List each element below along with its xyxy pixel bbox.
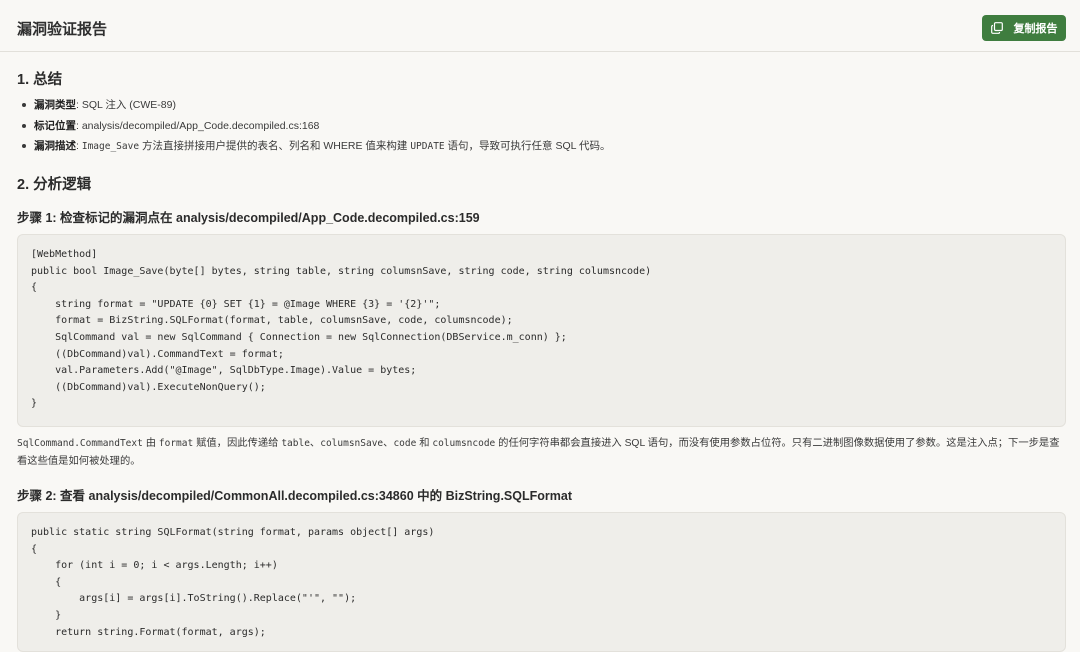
inline-code: columsncode [432, 438, 496, 449]
item-text: 方法直接拼接用户提供的表名、列名和 WHERE 值来构建 [139, 140, 411, 152]
page-title: 漏洞验证报告 [17, 21, 108, 38]
inline-code: columsnSave [320, 438, 384, 449]
list-item: 标记位置: analysis/decompiled/App_Code.decom… [17, 118, 611, 139]
inline-code: Image_Save [81, 141, 140, 152]
inline-code: UPDATE [410, 141, 445, 152]
text: 、 [309, 438, 321, 449]
step1-heading: 步骤 1: 检查标记的漏洞点在 analysis/decompiled/App_… [17, 211, 480, 225]
report-header: 漏洞验证报告 复制报告 [0, 0, 1080, 52]
code-text: public static string SQLFormat(string fo… [31, 527, 435, 638]
copy-icon [990, 22, 1003, 34]
inline-code: code [393, 438, 417, 449]
summary-list: 漏洞类型: SQL 注入 (CWE-89) 标记位置: analysis/dec… [17, 97, 611, 159]
code-text: [WebMethod] public bool Image_Save(byte[… [31, 249, 652, 410]
item-label: 漏洞类型 [34, 99, 76, 111]
list-item: 漏洞类型: SQL 注入 (CWE-89) [17, 97, 611, 118]
code-block-step2: public static string SQLFormat(string fo… [17, 512, 1066, 652]
copy-report-label: 复制报告 [1013, 23, 1058, 35]
inline-code: table [281, 438, 310, 449]
code-block-step1: [WebMethod] public bool Image_Save(byte[… [17, 234, 1066, 427]
text: 赋值，因此传递给 [193, 438, 282, 449]
summary-heading: 1. 总结 [17, 72, 63, 88]
inline-code: SqlCommand.CommandText [17, 438, 143, 449]
analysis-heading: 2. 分析逻辑 [17, 177, 92, 193]
step1-explanation: SqlCommand.CommandText 由 format 赋值，因此传递给… [17, 435, 1067, 471]
inline-code: format [158, 438, 194, 449]
item-text: : analysis/decompiled/App_Code.decompile… [76, 119, 320, 132]
list-item: 漏洞描述: Image_Save 方法直接拼接用户提供的表名、列名和 WHERE… [17, 138, 611, 159]
text: 和 [416, 438, 433, 449]
item-text: 语句，导致可执行任意 SQL 代码。 [444, 140, 611, 152]
item-text: : SQL 注入 (CWE-89) [76, 99, 176, 111]
text: 由 [142, 438, 159, 449]
text: 、 [383, 438, 394, 449]
item-label: 漏洞描述 [34, 140, 76, 152]
copy-report-button[interactable]: 复制报告 [982, 15, 1066, 41]
item-label: 标记位置 [34, 119, 76, 132]
step2-heading: 步骤 2: 查看 analysis/decompiled/CommonAll.d… [17, 489, 572, 503]
